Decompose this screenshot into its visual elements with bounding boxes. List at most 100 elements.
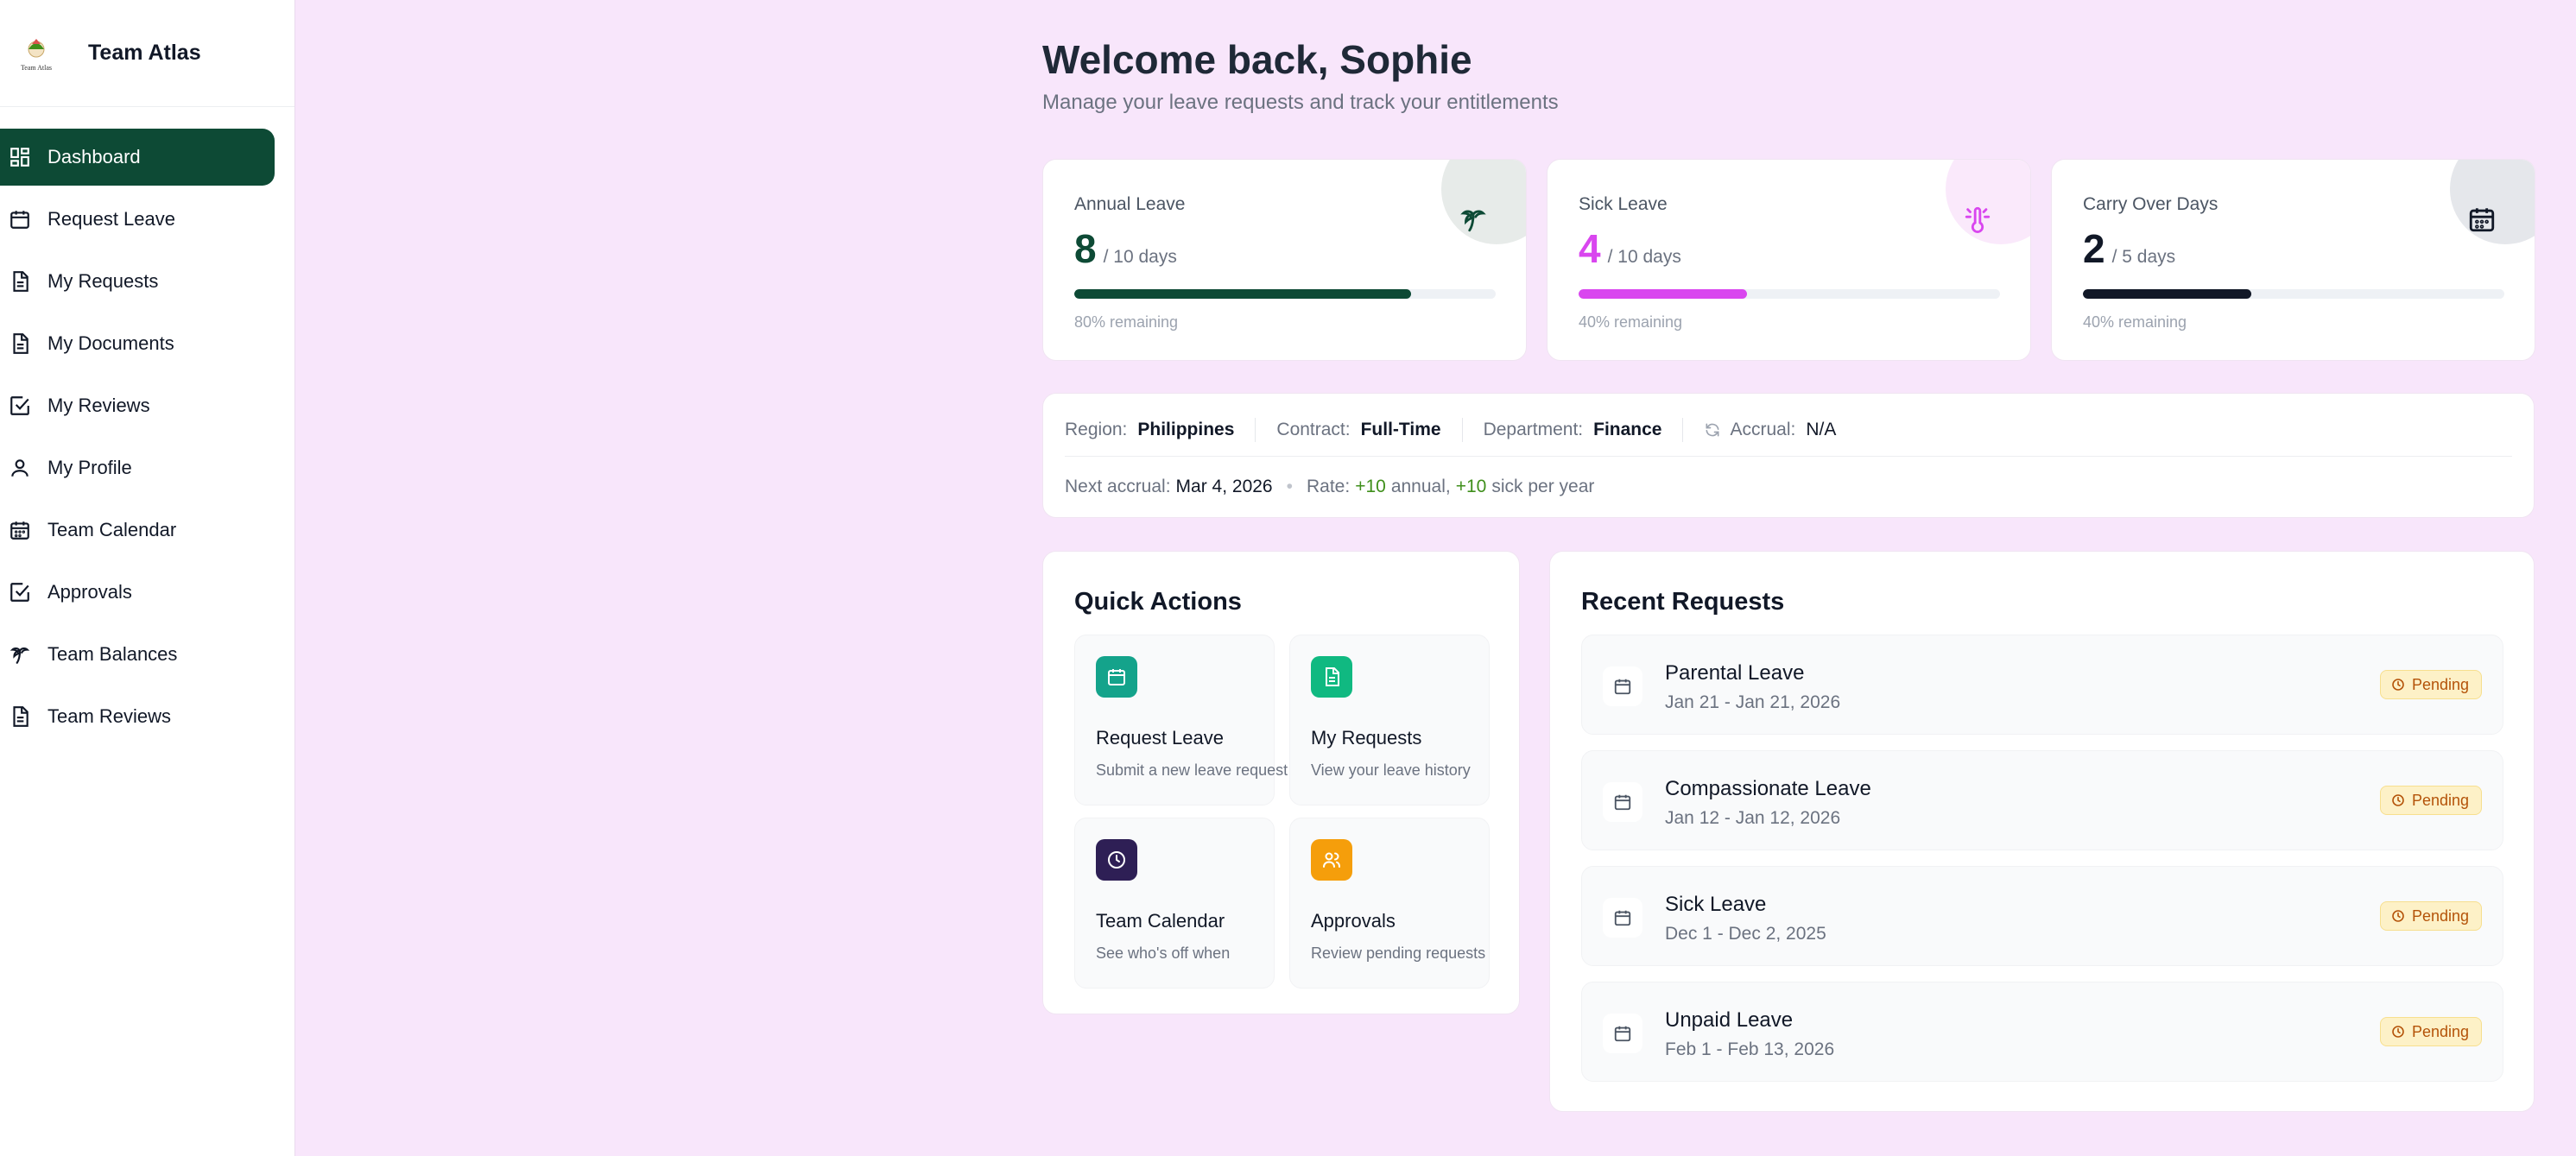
stat-total: / 5 days [2111,247,2176,267]
divider [1255,418,1256,442]
progress-track [1074,289,1496,299]
status-badge: Pending [2379,1017,2482,1046]
sidebar-item-my-documents[interactable]: My Documents [0,315,275,372]
check-square-icon [7,393,33,419]
sidebar-item-team-calendar[interactable]: Team Calendar [0,502,275,559]
sidebar-item-label: My Profile [47,457,132,478]
stat-value: 2 [2083,226,2105,271]
request-row[interactable]: Unpaid Leave Feb 1 - Feb 13, 2026 Pendin… [1581,982,2503,1082]
separator-dot: • [1286,477,1293,496]
palm-tree-icon [7,641,33,667]
stat-remaining: 40% remaining [1579,313,1683,331]
user-icon [7,455,33,481]
clock-icon [1096,839,1137,881]
quick-action-desc: Review pending requests [1311,944,1486,962]
quick-actions-title: Quick Actions [1074,588,1242,616]
rate-label: Rate: [1306,477,1351,496]
stat-title: Sick Leave [1579,194,1668,214]
thermometer-icon [1963,205,1992,234]
clock-icon [2392,910,2404,922]
stat-card-carry-over: Carry Over Days 2 / 5 days 40% remaining [2051,159,2535,361]
sidebar-item-label: My Requests [47,270,159,292]
rate-annual-value: +10 [1355,477,1386,496]
sidebar-item-approvals[interactable]: Approvals [0,564,275,621]
calendar-icon [1603,666,1642,706]
users-icon [1311,839,1352,881]
request-type: Unpaid Leave [1665,1008,1794,1032]
sidebar-item-my-reviews[interactable]: My Reviews [0,377,275,434]
page-subtitle: Manage your leave requests and track you… [1042,91,1559,114]
quick-action-desc: Submit a new leave request [1096,761,1288,779]
quick-action-request-leave[interactable]: Request Leave Submit a new leave request [1074,635,1288,805]
logo[interactable]: Team Atlas [14,31,59,76]
sidebar-item-label: My Reviews [47,395,150,416]
status-badge: Pending [2379,670,2482,699]
department-value: Finance [1593,420,1662,439]
stat-value: 8 [1074,226,1097,271]
next-accrual-value: Mar 4, 2026 [1175,477,1273,496]
region-label: Region: [1065,420,1128,439]
quick-action-title: Team Calendar [1096,910,1225,932]
stat-value-group: 2 / 5 days [2083,225,2175,272]
sidebar: Team Atlas Team Atlas Dashboard Request … [0,0,295,1156]
rate-annual-word: annual, [1390,477,1451,496]
sidebar-item-my-requests[interactable]: My Requests [0,253,275,310]
request-dates: Dec 1 - Dec 2, 2025 [1665,924,1826,944]
request-row[interactable]: Parental Leave Jan 21 - Jan 21, 2026 Pen… [1581,635,2503,735]
stat-title: Carry Over Days [2083,194,2218,214]
stat-total: / 10 days [1607,247,1681,267]
accrual-value: N/A [1806,420,1837,439]
quick-action-desc: View your leave history [1311,761,1471,779]
progress-fill [2083,289,2252,299]
palm-tree-icon [1459,205,1488,234]
dashboard-icon [7,144,33,170]
request-row[interactable]: Sick Leave Dec 1 - Dec 2, 2025 Pending [1581,866,2503,966]
quick-action-approvals[interactable]: Approvals Review pending requests [1289,818,1490,989]
calendar-icon [1096,656,1137,698]
sidebar-item-label: Request Leave [47,208,175,230]
sidebar-item-dashboard[interactable]: Dashboard [0,129,275,186]
quick-action-title: Request Leave [1096,727,1224,749]
sidebar-item-team-balances[interactable]: Team Balances [0,626,275,683]
request-type: Sick Leave [1665,893,1767,916]
rate-sick-value: +10 [1455,477,1487,496]
calendar-icon [7,206,33,232]
request-row[interactable]: Compassionate Leave Jan 12 - Jan 12, 202… [1581,750,2503,850]
clock-icon [2392,794,2404,806]
check-square-icon [7,579,33,605]
accrual-details: Next accrual: Mar 4, 2026 • Rate: +10 an… [1065,477,1594,497]
calendar-icon [1603,1014,1642,1053]
stat-remaining: 80% remaining [1074,313,1179,331]
status-badge: Pending [2379,901,2482,931]
sidebar-nav: Dashboard Request Leave My Requests My D… [0,107,294,745]
request-dates: Jan 21 - Jan 21, 2026 [1665,692,1841,712]
request-dates: Feb 1 - Feb 13, 2026 [1665,1039,1835,1059]
contract-value: Full-Time [1360,420,1441,439]
page-title: Welcome back, Sophie [1042,37,1472,82]
stat-value-group: 4 / 10 days [1579,225,1681,272]
request-type: Compassionate Leave [1665,777,1871,800]
sidebar-item-team-reviews[interactable]: Team Reviews [0,688,275,745]
quick-action-my-requests[interactable]: My Requests View your leave history [1289,635,1490,805]
app-name: Team Atlas [88,41,201,65]
quick-actions-card: Quick Actions Request Leave Submit a new… [1042,551,1520,1014]
sidebar-item-label: My Documents [47,332,174,354]
status-text: Pending [2411,906,2469,925]
status-text: Pending [2411,791,2469,809]
quick-action-team-calendar[interactable]: Team Calendar See who's off when [1074,818,1275,989]
sidebar-item-request-leave[interactable]: Request Leave [0,191,275,248]
calendar-grid-icon [7,517,33,543]
brand: Team Atlas Team Atlas [0,0,294,107]
sidebar-item-label: Team Reviews [47,705,172,727]
divider [1065,456,2512,457]
sidebar-item-my-profile[interactable]: My Profile [0,439,275,496]
contract-label: Contract: [1276,420,1351,439]
calendar-icon [2467,205,2497,234]
document-icon [7,268,33,294]
sidebar-item-label: Team Balances [47,643,178,665]
clock-icon [2392,1026,2404,1038]
status-text: Pending [2411,1022,2469,1040]
stat-remaining: 40% remaining [2083,313,2187,331]
recent-requests-card: Recent Requests Parental Leave Jan 21 - … [1549,551,2535,1112]
stat-value: 4 [1579,226,1601,271]
